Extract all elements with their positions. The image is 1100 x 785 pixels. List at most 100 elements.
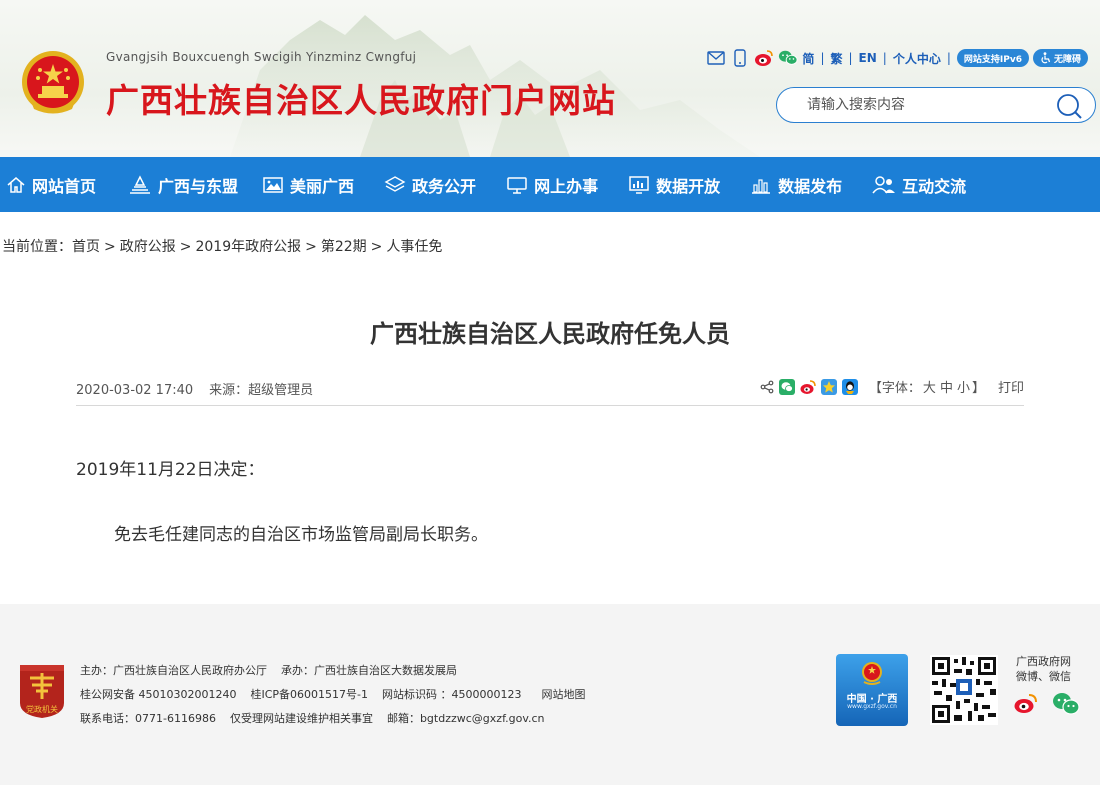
breadcrumb-gazette-2019[interactable]: 2019年政府公报 — [195, 239, 301, 255]
print-button[interactable]: 打印 — [998, 377, 1024, 396]
english-link[interactable]: EN — [859, 51, 877, 65]
nav-item-label: 广西与东盟 — [158, 176, 239, 196]
data-screen-icon — [629, 175, 649, 194]
nav-item-label: 美丽广西 — [290, 176, 355, 196]
users-icon — [872, 175, 896, 193]
picture-icon — [263, 176, 283, 193]
font-size-control: 【字体：大中小】 — [869, 377, 985, 396]
footer-note: 仅受理网站建设维护相关事宜 — [229, 712, 373, 725]
gov-logo-url: www.gxzf.gov.cn — [847, 703, 897, 710]
site-title[interactable]: 广西壮族自治区人民政府门户网站 — [106, 74, 616, 122]
mobile-icon[interactable] — [730, 48, 750, 68]
nav-item-label: 数据开放 — [656, 176, 721, 196]
divider: | — [820, 51, 825, 65]
simplified-chinese-link[interactable]: 简 — [802, 50, 814, 67]
search-icon[interactable] — [1055, 92, 1083, 120]
breadcrumb-personnel[interactable]: 人事任免 — [386, 239, 442, 255]
nav-item-label: 政务公开 — [412, 176, 477, 196]
qr-label-line1: 广西政府网 — [1016, 655, 1071, 668]
ipv6-badge-label: 网站支持IPv6 — [963, 54, 1022, 65]
font-size-medium[interactable]: 中 — [940, 381, 953, 396]
qr-code-icon — [930, 655, 998, 725]
nav-item-open-data[interactable]: 数据开放 — [628, 157, 720, 212]
article-source: 来源：超级管理员 — [209, 383, 314, 398]
breadcrumb-issue-22[interactable]: 第22期 — [321, 239, 367, 255]
weibo-icon[interactable] — [754, 48, 774, 68]
landmark-icon — [130, 174, 151, 194]
emblem-icon — [862, 662, 882, 685]
divider: | — [848, 51, 853, 65]
footer-site-code: 网站标识码 ：4500000123 — [382, 688, 522, 701]
breadcrumb-separator: > — [104, 239, 116, 255]
nav-item-guangxi-asean[interactable]: 广西与东盟 — [128, 157, 238, 212]
nav-item-beautiful-guangxi[interactable]: 美丽广西 — [262, 157, 354, 212]
wheelchair-icon — [1041, 52, 1051, 64]
footer-host: 主办：广西壮族自治区人民政府办公厅 — [80, 664, 267, 677]
personal-center-link[interactable]: 个人中心 — [893, 50, 941, 67]
share-icon[interactable] — [760, 380, 774, 394]
layers-icon — [384, 175, 406, 192]
breadcrumb-home[interactable]: 首页 — [72, 239, 100, 255]
article-tools: 【字体：大中小】 打印 — [760, 377, 1024, 396]
font-size-suffix: 】 — [971, 381, 985, 396]
national-emblem-icon — [22, 51, 84, 114]
gov-site-logo[interactable]: 中国 · 广西 www.gxzf.gov.cn — [836, 654, 908, 726]
weibo-share-icon[interactable] — [800, 379, 816, 395]
nav-item-interaction[interactable]: 互动交流 — [872, 157, 966, 212]
font-size-small[interactable]: 小 — [957, 381, 970, 396]
wechat-share-icon[interactable] — [778, 378, 795, 395]
nav-item-label: 网上办事 — [534, 176, 599, 196]
breadcrumb-prefix: 当前位置： — [2, 239, 72, 255]
main-nav: 网站首页 广西与东盟 美丽广西 政务公开 网上办事 数据开放 数据发布 互动交流 — [0, 157, 1100, 212]
search-input[interactable] — [807, 95, 1047, 115]
mail-icon[interactable] — [706, 48, 726, 68]
party-government-badge-icon[interactable]: 党政机关 — [16, 663, 68, 719]
site-header: Gvangjsih Bouxcuengh Swcigih Yinzminz Cw… — [0, 0, 1100, 157]
article-title: 广西壮族自治区人民政府任免人员 — [370, 320, 730, 348]
weibo-icon[interactable] — [1014, 692, 1038, 714]
footer-email: 邮箱：bgtdzzwc@gxzf.gov.cn — [386, 712, 545, 725]
divider: | — [882, 51, 887, 65]
badge-label: 党政机关 — [26, 704, 58, 714]
home-icon — [7, 176, 25, 193]
nav-item-online-services[interactable]: 网上办事 — [506, 157, 598, 212]
article-paragraph: 免去毛任建同志的自治区市场监管局副局长职务。 — [114, 525, 488, 545]
footer-organizer: 承办：广西壮族自治区大数据发展局 — [281, 664, 457, 677]
top-links: 简 | 繁 | EN | 个人中心 | 网站支持IPv6 无障碍 — [706, 47, 1088, 69]
divider — [76, 405, 1024, 406]
breadcrumb-separator: > — [305, 239, 317, 255]
traditional-chinese-link[interactable]: 繁 — [830, 50, 842, 67]
accessibility-button[interactable]: 无障碍 — [1032, 49, 1088, 67]
bar-chart-icon — [752, 178, 771, 194]
social-links — [1014, 692, 1080, 716]
footer-phone: 联系电话：0771-6116986 — [80, 712, 216, 725]
font-size-prefix: 【字体： — [868, 381, 921, 396]
nav-item-label: 数据发布 — [778, 176, 843, 196]
site-subtitle: Gvangjsih Bouxcuengh Swcigih Yinzminz Cw… — [106, 50, 417, 64]
wechat-icon[interactable] — [1052, 692, 1080, 716]
breadcrumb: 当前位置：首页 > 政府公报 >2019年政府公报 > 第22期 > 人事任免 — [2, 236, 442, 256]
divider: | — [946, 51, 951, 65]
search-box — [776, 87, 1096, 123]
footer-icp[interactable]: 桂ICP备06001517号-1 — [250, 688, 368, 701]
footer-sitemap-link[interactable]: 网站地图 — [541, 688, 585, 701]
article-paragraph: 2019年11月22日决定： — [76, 460, 265, 480]
footer-police-record[interactable]: 桂公网安备 45010302001240 — [80, 688, 236, 701]
nav-item-label: 互动交流 — [902, 176, 967, 196]
nav-item-data-release[interactable]: 数据发布 — [750, 157, 842, 212]
qq-share-icon[interactable] — [841, 378, 858, 395]
nav-item-label: 网站首页 — [32, 176, 97, 196]
article-meta: 2020-03-02 17:40 来源：超级管理员 — [76, 379, 313, 398]
nav-item-government-affairs[interactable]: 政务公开 — [384, 157, 476, 212]
wechat-icon[interactable] — [778, 48, 798, 68]
breadcrumb-separator: > — [370, 239, 383, 255]
ipv6-badge[interactable]: 网站支持IPv6 — [956, 49, 1029, 67]
breadcrumb-gazette[interactable]: 政府公报 — [120, 239, 176, 255]
font-size-large[interactable]: 大 — [923, 381, 936, 396]
footer-info: 主办：广西壮族自治区人民政府办公厅 承办：广西壮族自治区大数据发展局 桂公网安备 … — [80, 659, 585, 731]
breadcrumb-separator: > — [179, 239, 192, 255]
accessibility-label: 无障碍 — [1053, 54, 1081, 65]
nav-item-home[interactable]: 网站首页 — [6, 157, 96, 212]
qzone-share-icon[interactable] — [820, 378, 837, 395]
monitor-icon — [507, 176, 527, 194]
